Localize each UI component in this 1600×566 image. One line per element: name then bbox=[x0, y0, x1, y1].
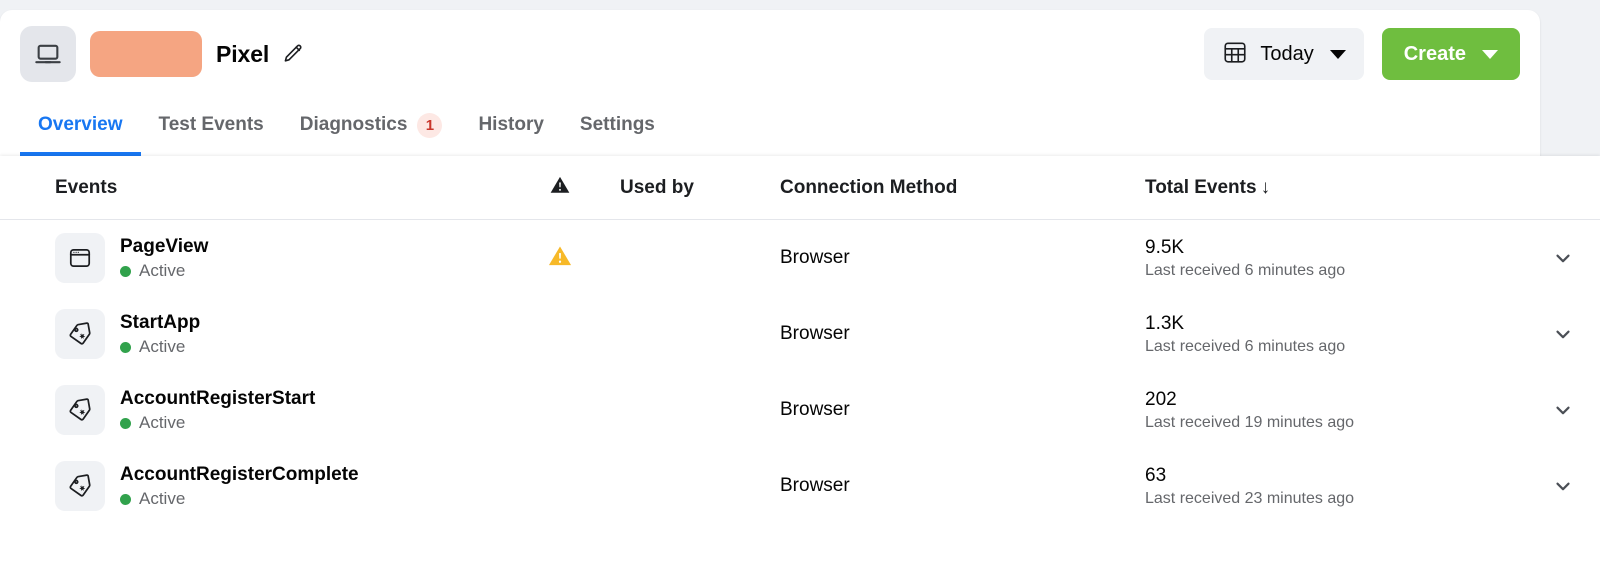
connection-method-label: Browser bbox=[780, 247, 850, 268]
status-label: Active bbox=[139, 489, 186, 509]
column-header-events[interactable]: Events bbox=[0, 177, 500, 199]
events-table: Events Used by Connection Method Total E… bbox=[0, 156, 1600, 566]
row-connection-method-cell: Browser bbox=[780, 475, 1145, 497]
status-label: Active bbox=[139, 337, 186, 357]
last-received-label: Last received 6 minutes ago bbox=[1145, 261, 1346, 279]
expand-row-button[interactable] bbox=[1525, 399, 1600, 421]
status-dot-icon bbox=[120, 265, 131, 277]
sort-descending-icon: ↓ bbox=[1260, 176, 1271, 198]
event-cell: AccountRegisterStart Active bbox=[55, 385, 500, 435]
expand-row-button[interactable] bbox=[1525, 475, 1600, 497]
status-badge: Active bbox=[120, 261, 208, 281]
table-row[interactable]: AccountRegisterComplete Active Browser 6… bbox=[0, 448, 1600, 524]
column-header-used-by[interactable]: Used by bbox=[620, 177, 780, 199]
warning-triangle-icon bbox=[547, 243, 573, 274]
column-header-warning bbox=[500, 174, 620, 201]
last-received-label: Last received 6 minutes ago bbox=[1145, 337, 1346, 355]
chevron-down-icon bbox=[1555, 330, 1570, 339]
connection-method-label: Browser bbox=[780, 475, 850, 496]
event-name: StartApp bbox=[120, 311, 201, 333]
row-connection-method-cell: Browser bbox=[780, 247, 1145, 269]
last-received-label: Last received 23 minutes ago bbox=[1145, 489, 1355, 507]
connection-method-label: Browser bbox=[780, 323, 850, 344]
column-header-events-label: Events bbox=[55, 176, 118, 198]
tab-diagnostics[interactable]: Diagnostics 1 bbox=[282, 98, 461, 156]
status-badge: Active bbox=[120, 489, 359, 509]
date-range-selector[interactable]: Today bbox=[1204, 28, 1364, 80]
status-dot-icon bbox=[120, 341, 131, 353]
laptop-icon bbox=[20, 26, 76, 82]
tab-test-events-label: Test Events bbox=[158, 114, 264, 135]
table-row[interactable]: AccountRegisterStart Active Browser 202 … bbox=[0, 372, 1600, 448]
row-warning-cell[interactable] bbox=[500, 243, 620, 274]
row-total-events-cell: 1.3K Last received 6 minutes ago bbox=[1145, 312, 1525, 356]
event-name: AccountRegisterStart bbox=[120, 387, 316, 409]
header-card: Pixel Today Create Overview Test Events … bbox=[0, 10, 1540, 156]
status-dot-icon bbox=[120, 493, 131, 505]
chevron-down-icon bbox=[1555, 482, 1570, 491]
tab-history[interactable]: History bbox=[460, 98, 561, 156]
status-badge: Active bbox=[120, 337, 200, 357]
row-connection-method-cell: Browser bbox=[780, 323, 1145, 345]
tag-icon bbox=[55, 461, 105, 511]
total-events-count: 9.5K bbox=[1145, 237, 1185, 259]
expand-row-button[interactable] bbox=[1525, 323, 1600, 345]
chevron-down-icon bbox=[1555, 254, 1570, 263]
tab-settings[interactable]: Settings bbox=[562, 98, 673, 156]
event-cell: StartApp Active bbox=[55, 309, 500, 359]
tab-settings-label: Settings bbox=[579, 114, 655, 135]
page-title: Pixel bbox=[216, 40, 270, 67]
event-name: AccountRegisterComplete bbox=[120, 463, 359, 485]
row-total-events-cell: 9.5K Last received 6 minutes ago bbox=[1145, 236, 1525, 280]
status-label: Active bbox=[139, 413, 186, 433]
chevron-down-icon bbox=[1482, 49, 1498, 59]
event-cell: PageView Active bbox=[55, 233, 500, 283]
calendar-icon bbox=[1222, 39, 1248, 70]
tab-bar: Overview Test Events Diagnostics 1 Histo… bbox=[0, 98, 1540, 156]
header-toolbar: Pixel Today Create bbox=[0, 10, 1540, 98]
browser-window-icon bbox=[55, 233, 105, 283]
event-name: PageView bbox=[120, 235, 209, 257]
chevron-down-icon bbox=[1555, 406, 1570, 415]
date-range-label: Today bbox=[1260, 42, 1314, 65]
diagnostics-badge: 1 bbox=[417, 112, 443, 138]
column-header-connection-method-label: Connection Method bbox=[780, 176, 958, 198]
table-header-row: Events Used by Connection Method Total E… bbox=[0, 156, 1600, 220]
expand-row-button[interactable] bbox=[1525, 247, 1600, 269]
row-total-events-cell: 63 Last received 23 minutes ago bbox=[1145, 464, 1525, 508]
pencil-icon[interactable] bbox=[281, 42, 305, 66]
row-connection-method-cell: Browser bbox=[780, 399, 1145, 421]
column-header-connection-method[interactable]: Connection Method bbox=[780, 177, 1145, 199]
tab-history-label: History bbox=[478, 114, 544, 135]
create-button[interactable]: Create bbox=[1381, 28, 1520, 80]
create-button-label: Create bbox=[1403, 42, 1466, 65]
tab-overview[interactable]: Overview bbox=[20, 98, 141, 156]
redacted-asset-name bbox=[90, 31, 202, 77]
table-row[interactable]: PageView Active Browser 9.5K Last receiv… bbox=[0, 220, 1600, 296]
status-badge: Active bbox=[120, 413, 315, 433]
tab-test-events[interactable]: Test Events bbox=[141, 98, 282, 156]
total-events-count: 1.3K bbox=[1145, 313, 1185, 335]
tab-overview-label: Overview bbox=[38, 114, 123, 135]
column-header-total-events-label: Total Events bbox=[1145, 176, 1257, 198]
connection-method-label: Browser bbox=[780, 399, 850, 420]
tab-diagnostics-label: Diagnostics bbox=[299, 114, 408, 135]
status-label: Active bbox=[139, 261, 186, 281]
tag-icon bbox=[55, 309, 105, 359]
status-dot-icon bbox=[120, 417, 131, 429]
column-header-total-events[interactable]: Total Events ↓ bbox=[1145, 177, 1525, 199]
total-events-count: 202 bbox=[1145, 389, 1177, 411]
pixel-events-overview-page: Pixel Today Create Overview Test Events … bbox=[0, 0, 1600, 566]
event-cell: AccountRegisterComplete Active bbox=[55, 461, 500, 511]
column-header-used-by-label: Used by bbox=[620, 176, 694, 198]
warning-triangle-icon bbox=[549, 174, 571, 201]
last-received-label: Last received 19 minutes ago bbox=[1145, 413, 1355, 431]
tag-icon bbox=[55, 385, 105, 435]
chevron-down-icon bbox=[1329, 49, 1346, 59]
table-row[interactable]: StartApp Active Browser 1.3K Last receiv… bbox=[0, 296, 1600, 372]
row-total-events-cell: 202 Last received 19 minutes ago bbox=[1145, 388, 1525, 432]
total-events-count: 63 bbox=[1145, 465, 1167, 487]
